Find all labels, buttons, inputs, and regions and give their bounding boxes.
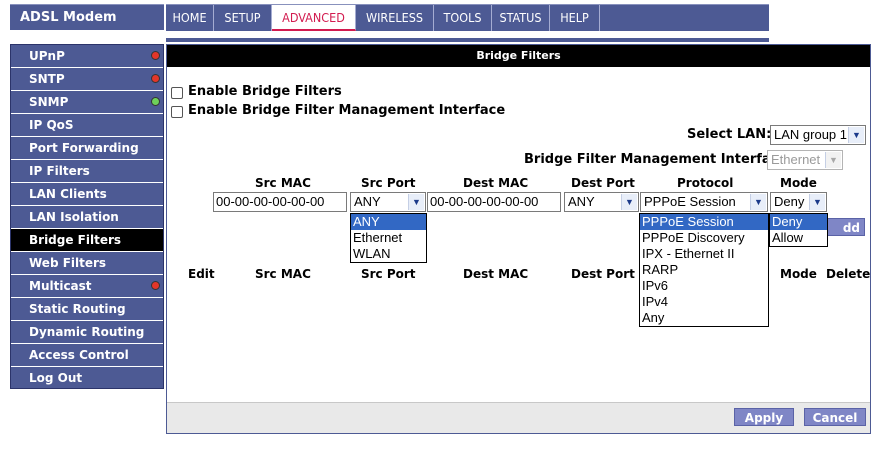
sidebar-item-lan-isolation[interactable]: LAN Isolation [11,206,163,229]
apply-button[interactable]: Apply [734,408,794,426]
sidebar-item-sntp[interactable]: SNTP [11,68,163,91]
table-header-dest-mac: Dest MAC [463,267,529,281]
form-header-mode: Mode [780,176,817,190]
status-red-icon [151,281,160,290]
table-header-dest-port: Dest Port [571,267,635,281]
form-header-src-port: Src Port [361,176,416,190]
mode-select[interactable]: Deny ▼ [770,192,827,212]
chevron-down-icon: ▼ [750,194,766,210]
mgmt-interface-dropdown: Ethernet ▼ [767,150,843,170]
mode-option[interactable]: Allow [770,230,827,246]
enable-mgmt-interface-checkbox[interactable] [171,106,183,118]
sidebar-item-upnp[interactable]: UPnP [11,45,163,68]
status-red-icon [151,74,160,83]
protocol-option[interactable]: Any [640,310,768,326]
form-header-dest-port: Dest Port [571,176,635,190]
select-lan-label: Select LAN: [687,127,772,142]
chevron-down-icon: ▼ [408,194,424,210]
chevron-down-icon: ▼ [848,127,864,143]
select-lan-dropdown[interactable]: LAN group 1 ▼ [770,125,866,145]
chevron-down-icon: ▼ [809,194,825,210]
main-panel: Bridge Filters Enable Bridge Filters Ena… [166,44,871,434]
mgmt-interface-label: Bridge Filter Management Interface: [524,152,793,167]
protocol-option[interactable]: IPX - Ethernet II [640,246,768,262]
sidebar-item-dynamic-routing[interactable]: Dynamic Routing [11,321,163,344]
sidebar-item-ip-filters[interactable]: IP Filters [11,160,163,183]
table-header-delete: Delete [826,267,871,281]
src-mac-input[interactable]: 00-00-00-00-00-00 [213,192,347,212]
mode-option[interactable]: Deny [770,214,827,230]
dest-mac-input[interactable]: 00-00-00-00-00-00 [427,192,561,212]
sidebar-item-port-forwarding[interactable]: Port Forwarding [11,137,163,160]
src-port-option[interactable]: WLAN [351,246,426,262]
protocol-dropdown-list: PPPoE Session PPPoE Discovery IPX - Ethe… [639,213,769,327]
status-green-icon [151,97,160,106]
form-header-protocol: Protocol [677,176,734,190]
form-header-src-mac: Src MAC [255,176,311,190]
protocol-option[interactable]: IPv4 [640,294,768,310]
tab-setup[interactable]: SETUP [214,5,272,31]
protocol-option[interactable]: IPv6 [640,278,768,294]
sidebar-item-static-routing[interactable]: Static Routing [11,298,163,321]
panel-footer: Apply Cancel [167,402,870,433]
enable-bridge-filters-checkbox[interactable] [171,87,183,99]
sidebar-item-access-control[interactable]: Access Control [11,344,163,367]
tab-advanced[interactable]: ADVANCED [272,5,356,31]
chevron-down-icon: ▼ [621,194,637,210]
tab-help[interactable]: HELP [550,5,600,31]
src-port-option[interactable]: Ethernet [351,230,426,246]
src-port-option[interactable]: ANY [351,214,426,230]
page-title: Bridge Filters [167,45,870,67]
tab-tools[interactable]: TOOLS [434,5,492,31]
form-header-dest-mac: Dest MAC [463,176,529,190]
sidebar-item-ip-qos[interactable]: IP QoS [11,114,163,137]
sidebar-item-multicast[interactable]: Multicast [11,275,163,298]
protocol-option[interactable]: RARP [640,262,768,278]
chevron-down-icon: ▼ [825,152,841,168]
dest-port-select[interactable]: ANY ▼ [564,192,639,212]
brand-title: ADSL Modem [10,4,164,30]
sidebar: UPnP SNTP SNMP IP QoS Port Forwarding IP… [10,44,164,389]
mode-dropdown-list: Deny Allow [769,213,828,247]
sidebar-item-web-filters[interactable]: Web Filters [11,252,163,275]
src-port-select[interactable]: ANY ▼ [350,192,426,212]
table-header-src-mac: Src MAC [255,267,311,281]
cancel-button[interactable]: Cancel [804,408,866,426]
sidebar-item-lan-clients[interactable]: LAN Clients [11,183,163,206]
status-red-icon [151,51,160,60]
protocol-option[interactable]: PPPoE Session [640,214,768,230]
table-header-mode: Mode [780,267,817,281]
enable-mgmt-interface-label: Enable Bridge Filter Management Interfac… [188,103,506,118]
protocol-select[interactable]: PPPoE Session ▼ [640,192,768,212]
nav-divider [166,38,769,42]
src-port-dropdown-list: ANY Ethernet WLAN [350,213,427,263]
sidebar-item-bridge-filters[interactable]: Bridge Filters [11,229,163,252]
tab-status[interactable]: STATUS [492,5,550,31]
top-nav: HOME SETUP ADVANCED WIRELESS TOOLS STATU… [166,4,769,31]
enable-bridge-filters-label: Enable Bridge Filters [188,84,342,99]
table-header-edit: Edit [188,267,215,281]
protocol-option[interactable]: PPPoE Discovery [640,230,768,246]
tab-wireless[interactable]: WIRELESS [356,5,434,31]
table-header-src-port: Src Port [361,267,416,281]
tab-home[interactable]: HOME [166,5,214,31]
sidebar-item-snmp[interactable]: SNMP [11,91,163,114]
sidebar-item-log-out[interactable]: Log Out [11,367,163,390]
